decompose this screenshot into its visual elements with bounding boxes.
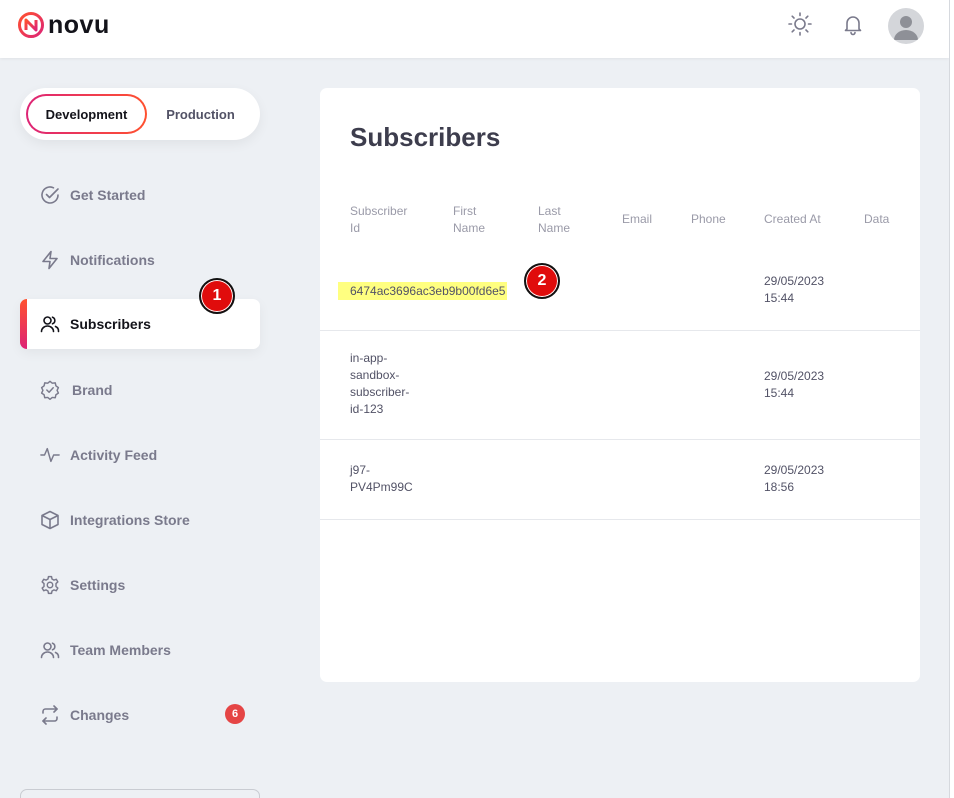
- lightning-icon: [40, 250, 60, 270]
- sidebar-item-label: Get Started: [70, 187, 146, 203]
- annotation-marker-2: 2: [524, 263, 560, 299]
- novu-logo[interactable]: novu: [18, 12, 110, 38]
- subscriber-id-cell: 6474ac3696ac3eb9b00fd6e5: [338, 282, 508, 300]
- check-circle-icon: [40, 185, 60, 205]
- users-icon: [40, 314, 60, 334]
- novu-logo-icon: [18, 12, 44, 38]
- users-icon: [40, 640, 60, 660]
- column-header-last-name: Last Name: [538, 204, 571, 235]
- subscribers-card: Subscribers Subscriber Id First Name Las…: [320, 88, 920, 682]
- sun-icon[interactable]: [787, 11, 813, 37]
- bell-icon[interactable]: [840, 11, 866, 37]
- logo-text: novu: [48, 11, 110, 39]
- table-row[interactable]: j97-PV4Pm99C 29/05/2023 18:56: [320, 440, 920, 520]
- column-header-data: Data: [864, 212, 890, 226]
- annotation-marker-1: 1: [199, 278, 235, 314]
- sidebar-footer-box[interactable]: [20, 789, 260, 798]
- page-title: Subscribers: [350, 122, 501, 152]
- sidebar-item-get-started[interactable]: Get Started: [20, 170, 260, 220]
- sidebar-item-label: Subscribers: [70, 316, 151, 332]
- top-bar: novu: [0, 0, 949, 58]
- swap-icon: [40, 705, 60, 725]
- created-at-cell: 29/05/2023 15:44: [764, 369, 825, 400]
- subscriber-id-cell: in-app-sandbox-subscriber-id-123: [350, 351, 410, 416]
- table-row[interactable]: 6474ac3696ac3eb9b00fd6e5 29/05/2023 15:4…: [320, 258, 920, 331]
- column-header-first-name: First Name: [453, 204, 486, 235]
- active-indicator: [20, 299, 27, 349]
- sidebar-item-label: Team Members: [70, 642, 171, 658]
- box-icon: [40, 510, 60, 530]
- subscriber-id-cell: j97-PV4Pm99C: [350, 463, 413, 494]
- sidebar-item-notifications[interactable]: Notifications: [20, 235, 260, 285]
- gear-icon: [40, 575, 60, 595]
- sidebar-item-label: Integrations Store: [70, 512, 190, 528]
- activity-icon: [40, 445, 60, 465]
- column-header-email: Email: [622, 212, 653, 226]
- sidebar-item-team-members[interactable]: Team Members: [20, 625, 260, 675]
- created-at-cell: 29/05/2023 18:56: [764, 463, 825, 494]
- badge-check-icon: [40, 380, 60, 400]
- user-icon: [894, 16, 918, 40]
- column-header-subscriber-id: Subscriber Id: [350, 204, 408, 235]
- sidebar-item-label: Changes: [70, 707, 130, 723]
- table-row[interactable]: in-app-sandbox-subscriber-id-123 29/05/2…: [320, 331, 920, 440]
- changes-count-badge: 6: [225, 704, 245, 724]
- created-at-cell: 29/05/2023 15:44: [764, 274, 825, 305]
- column-header-phone: Phone: [691, 212, 726, 226]
- subscriber-id-highlight: 6474ac3696ac3eb9b00fd6e5: [338, 282, 508, 300]
- column-header-created-at: Created At: [764, 212, 821, 226]
- avatar[interactable]: [888, 8, 924, 44]
- sidebar-item-label: Settings: [70, 577, 126, 593]
- window-edge: [949, 0, 954, 798]
- sidebar-item-integrations-store[interactable]: Integrations Store: [20, 495, 260, 545]
- development-toggle[interactable]: Development: [26, 94, 147, 134]
- sidebar-item-brand[interactable]: Brand: [20, 365, 260, 415]
- sidebar-item-label: Brand: [72, 382, 113, 398]
- environment-toggle: Development Production: [20, 88, 260, 140]
- sidebar-item-label: Activity Feed: [70, 447, 158, 463]
- sidebar-item-label: Notifications: [70, 252, 155, 268]
- production-toggle[interactable]: Production: [147, 94, 254, 134]
- sidebar-item-activity-feed[interactable]: Activity Feed: [20, 430, 260, 480]
- sidebar-item-settings[interactable]: Settings: [20, 560, 260, 610]
- sidebar-item-changes[interactable]: Changes: [20, 690, 260, 740]
